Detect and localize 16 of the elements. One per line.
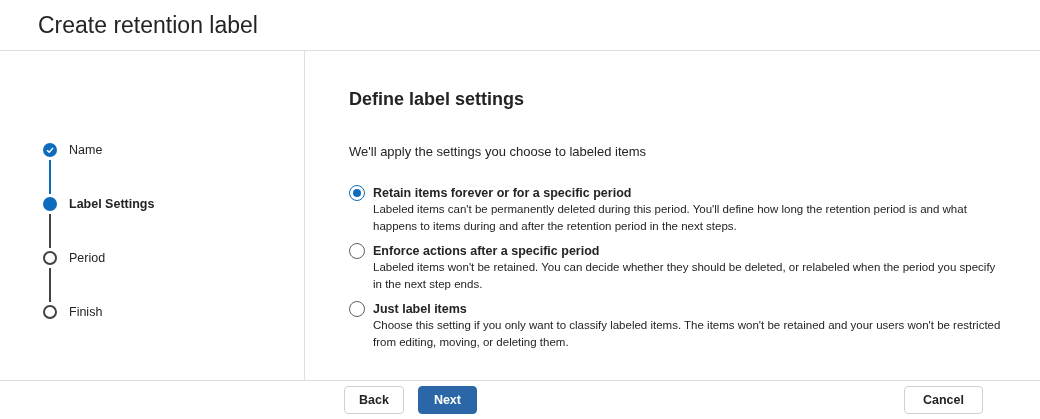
next-button[interactable]: Next	[417, 386, 477, 414]
section-heading: Define label settings	[349, 89, 526, 110]
option-title: Just label items	[373, 301, 468, 317]
step-label[interactable]: Name	[69, 143, 103, 197]
option-title: Enforce actions after a specific period	[373, 243, 601, 259]
back-button[interactable]: Back	[344, 386, 404, 414]
window-title: Create retention label	[38, 11, 258, 39]
option-description: Choose this setting if you only want to classify labeled items. The items won't be retained and your users won't be restricted from editing, moving, or deleting them.	[373, 318, 1001, 350]
step-label[interactable]: Finish	[69, 305, 103, 359]
option-description: Labeled items won't be retained. You can decide whether they should be deleted, or relabeled when the period you specify in the next step ends.	[373, 260, 997, 292]
intro-text: We'll apply the settings you choose to labeled items	[349, 144, 648, 159]
step-label[interactable]: Label Settings	[69, 197, 155, 251]
option-title: Retain items forever or for a specific period	[373, 185, 633, 201]
step-label[interactable]: Period	[69, 251, 106, 305]
option-description: Labeled items can't be permanently deleted during this period. You'll define how long the retention period is and what happens to items during and after the retention period in the next steps.	[373, 202, 968, 234]
cancel-button[interactable]: Cancel	[904, 386, 983, 414]
